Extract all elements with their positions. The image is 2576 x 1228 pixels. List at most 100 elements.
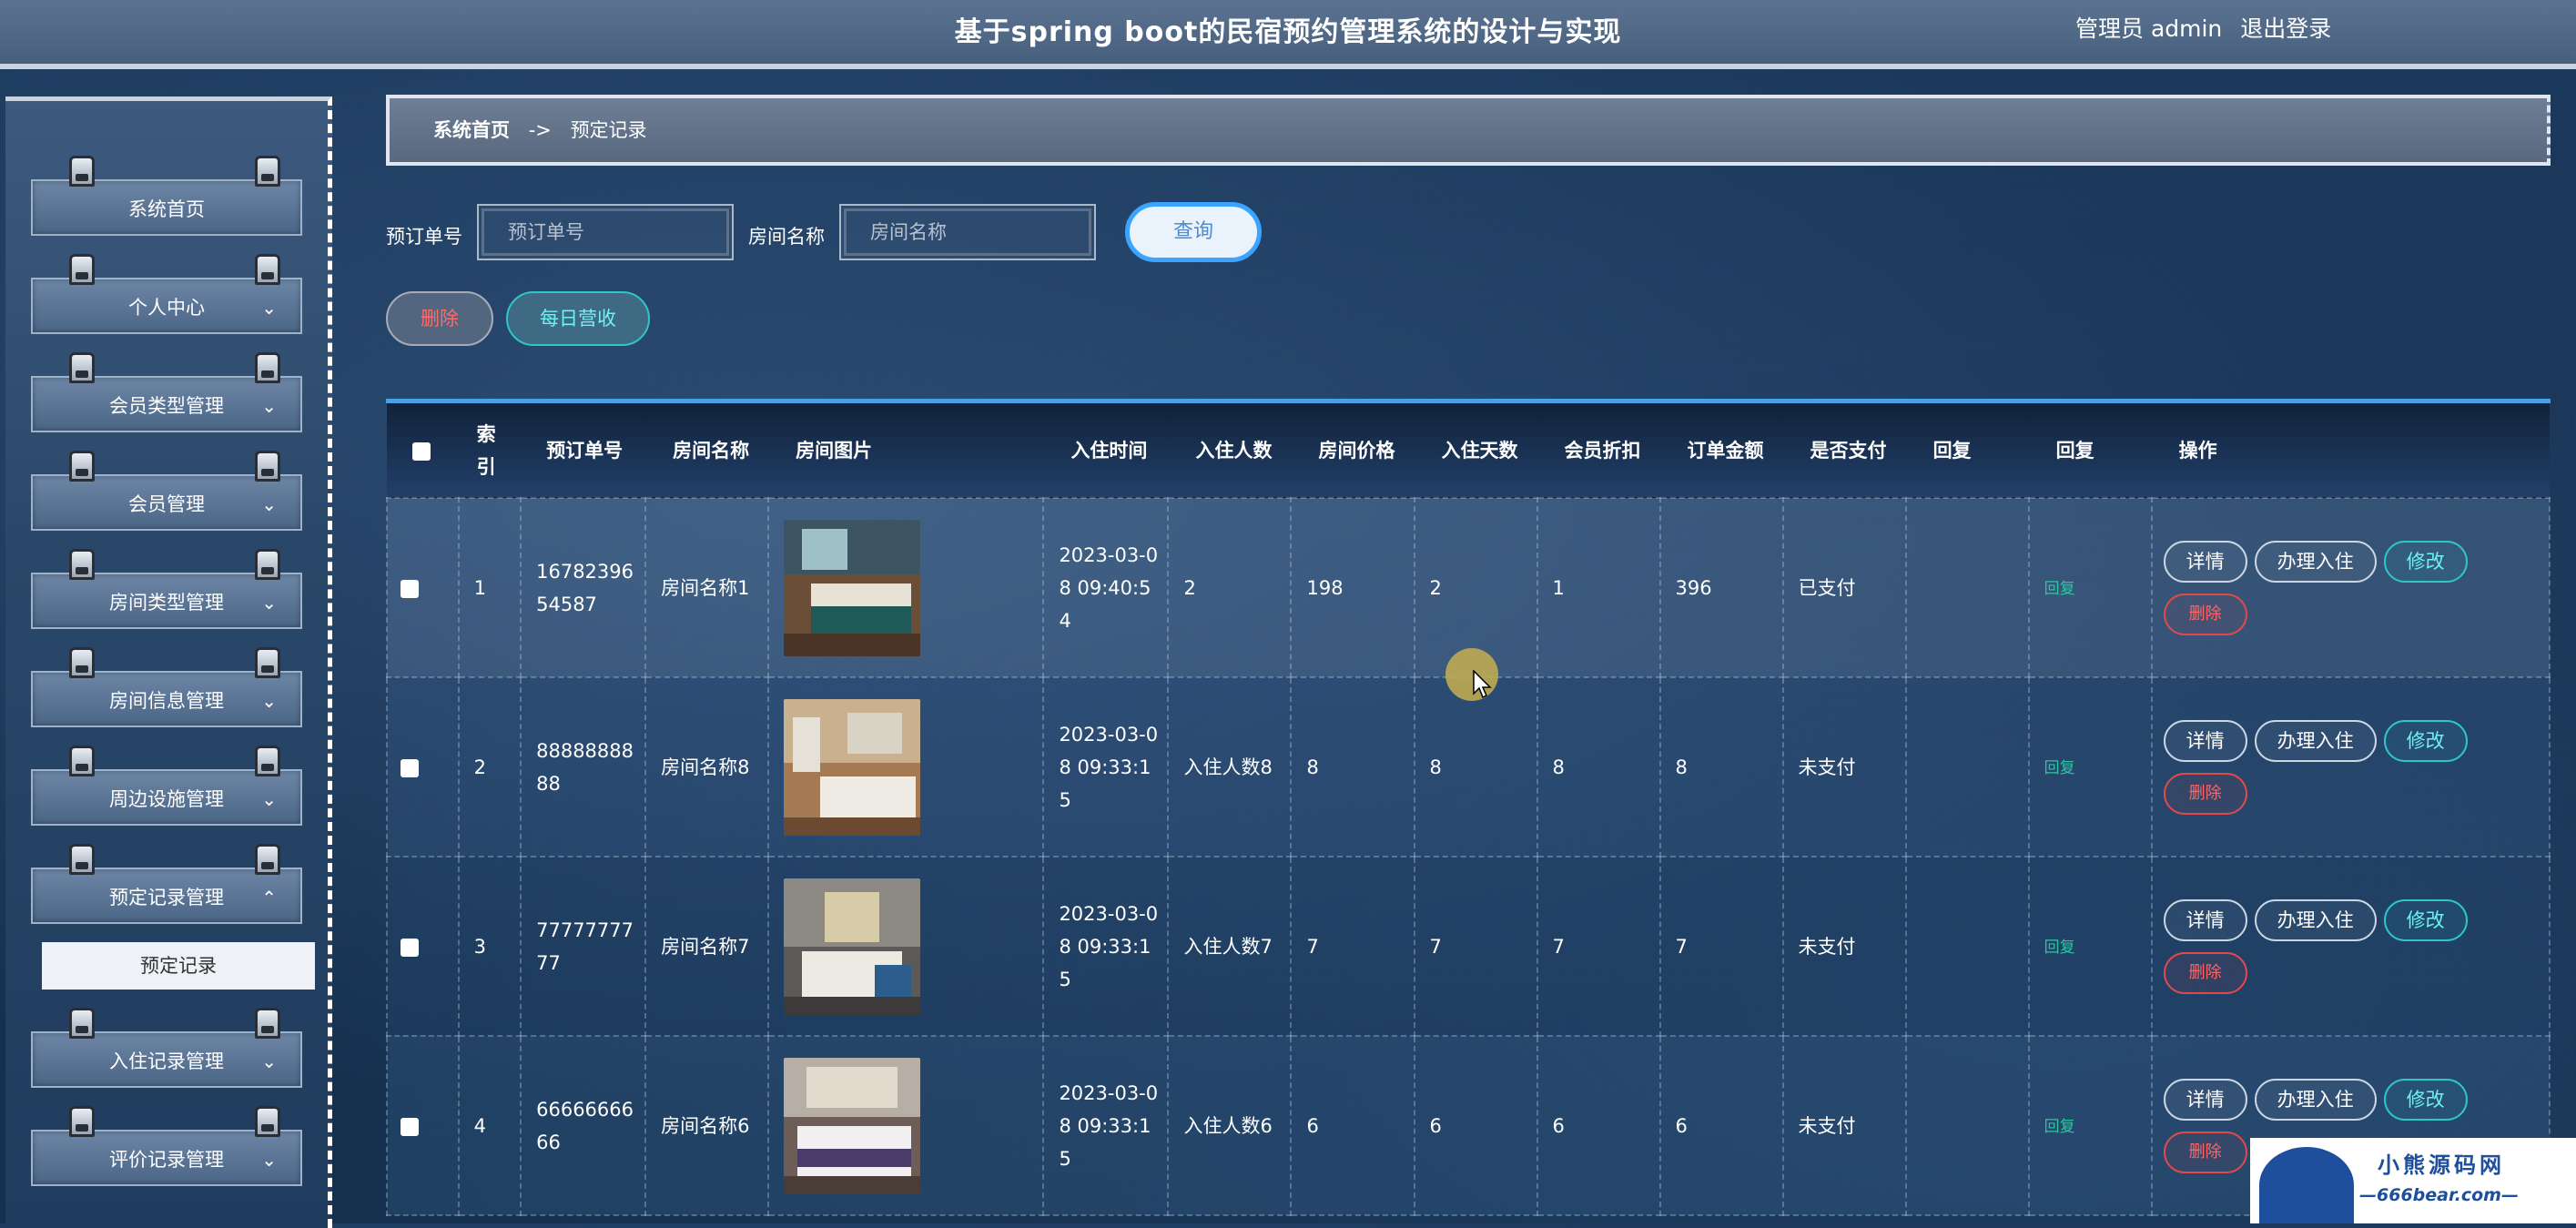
row-checkbox[interactable] [401, 579, 419, 598]
delete-button[interactable]: 删除 [2163, 951, 2247, 994]
reply-link[interactable]: 回复 [2044, 1118, 2075, 1136]
sidebar-item-label: 会员管理 [128, 493, 205, 515]
cell-discount: 7 [1536, 856, 1661, 1037]
col-reply-action: 回复 [2028, 403, 2152, 498]
cell-people: 2 [1167, 497, 1293, 678]
edit-button[interactable]: 修改 [2383, 719, 2468, 762]
detail-button[interactable]: 详情 [2163, 1078, 2247, 1121]
select-all-checkbox[interactable] [412, 441, 431, 461]
batch-delete-button[interactable]: 删除 [386, 291, 493, 346]
sidebar-item-member[interactable]: 会员管理 ⌄ [31, 451, 302, 531]
room-name-input[interactable] [839, 204, 1096, 260]
cell-room-image [767, 856, 1045, 1037]
cell-room-name: 房间名称6 [644, 1035, 770, 1216]
breadcrumb-home[interactable]: 系统首页 [433, 119, 510, 141]
cell-days: 6 [1413, 1035, 1538, 1216]
col-reply: 回复 [1905, 403, 2029, 498]
sidebar-item-room-info[interactable]: 房间信息管理 ⌄ [31, 647, 302, 727]
sidebar-item-checkin[interactable]: 入住记录管理 ⌄ [31, 1008, 302, 1088]
col-operations: 操作 [2151, 403, 2550, 498]
cell-discount: 8 [1536, 676, 1661, 858]
cell-people: 入住人数6 [1167, 1035, 1293, 1216]
binder-clip-icon [69, 451, 95, 482]
cell-order-no: 6666666666 [520, 1035, 647, 1216]
checkin-button[interactable]: 办理入住 [2254, 719, 2377, 762]
table-row: 4 6666666666 房间名称6 2023-03-08 09:33:15 入… [386, 1035, 2551, 1216]
binder-clip-icon [69, 746, 95, 776]
delete-button[interactable]: 删除 [2163, 593, 2247, 635]
cell-paid: 已支付 [1781, 497, 1907, 678]
reply-link[interactable]: 回复 [2044, 759, 2075, 777]
sidebar-item-label: 系统首页 [128, 198, 205, 220]
cell-checkin-time: 2023-03-08 09:33:15 [1042, 856, 1170, 1037]
detail-button[interactable]: 详情 [2163, 719, 2247, 762]
edit-button[interactable]: 修改 [2383, 1078, 2468, 1121]
delete-button[interactable]: 删除 [2163, 772, 2247, 815]
chevron-down-icon: ⌄ [261, 297, 277, 319]
cell-operations: 详情 办理入住 修改 删除 [2150, 856, 2551, 1037]
cell-order-no: 7777777777 [520, 856, 647, 1037]
chevron-down-icon: ⌄ [261, 690, 277, 712]
col-index[interactable]: 索引 [458, 403, 522, 498]
binder-clip-icon [69, 647, 95, 678]
sidebar-item-label: 房间类型管理 [109, 592, 224, 614]
chevron-up-icon: ⌃ [261, 887, 277, 908]
cell-reply [1904, 1035, 2030, 1216]
table-row: 3 7777777777 房间名称7 2023-03-08 09:33:15 入… [386, 856, 2551, 1037]
reservation-table: 索引 预订单号 房间名称 房间图片 入住时间 入住人数 房间价格 入住天数 会员… [386, 399, 2551, 1228]
sidebar-item-reservation[interactable]: 预定记录管理 ⌃ [31, 844, 302, 924]
edit-button[interactable]: 修改 [2383, 540, 2468, 583]
cell-price: 6 [1290, 1035, 1415, 1216]
reply-link[interactable]: 回复 [2044, 939, 2075, 957]
sidebar-item-member-type[interactable]: 会员类型管理 ⌄ [31, 352, 302, 432]
row-checkbox[interactable] [401, 758, 419, 777]
top-header: 基于spring boot的民宿预约管理系统的设计与实现 管理员 admin 退… [0, 0, 2576, 69]
cell-people: 入住人数7 [1167, 856, 1293, 1037]
sidebar-item-facilities[interactable]: 周边设施管理 ⌄ [31, 746, 302, 826]
binder-clip-icon [255, 156, 280, 187]
daily-revenue-button[interactable]: 每日营收 [506, 291, 650, 346]
detail-button[interactable]: 详情 [2163, 540, 2247, 583]
checkin-button[interactable]: 办理入住 [2254, 540, 2377, 583]
cell-discount: 1 [1536, 497, 1661, 678]
breadcrumb-current: 预定记录 [570, 119, 647, 141]
binder-clip-icon [69, 1008, 95, 1039]
cell-index: 1 [457, 497, 522, 678]
cell-reply [1904, 676, 2030, 858]
cell-reply [1904, 497, 2030, 678]
cell-amount: 6 [1658, 1035, 1784, 1216]
cell-room-image [767, 676, 1045, 858]
sidebar-item-review[interactable]: 评价记录管理 ⌄ [31, 1106, 302, 1186]
col-people: 入住人数 [1168, 403, 1292, 498]
delete-button[interactable]: 删除 [2163, 1131, 2247, 1173]
sidebar-item-personal-center[interactable]: 个人中心 ⌄ [31, 254, 302, 334]
cell-paid: 未支付 [1781, 676, 1907, 858]
reply-link[interactable]: 回复 [2044, 580, 2075, 598]
col-paid: 是否支付 [1782, 403, 1906, 498]
query-button[interactable]: 查询 [1125, 202, 1262, 262]
row-checkbox[interactable] [401, 938, 419, 957]
order-no-input[interactable] [477, 204, 734, 260]
logout-link[interactable]: 退出登录 [2240, 15, 2331, 42]
cell-reply-link: 回复 [2027, 497, 2153, 678]
chevron-down-icon: ⌄ [261, 788, 277, 810]
cell-amount: 396 [1658, 497, 1784, 678]
checkin-button[interactable]: 办理入住 [2254, 1078, 2377, 1121]
cell-price: 198 [1290, 497, 1415, 678]
row-checkbox[interactable] [401, 1117, 419, 1136]
sidebar-item-label: 房间信息管理 [109, 690, 224, 712]
detail-button[interactable]: 详情 [2163, 898, 2247, 941]
checkin-button[interactable]: 办理入住 [2254, 898, 2377, 941]
sidebar: 系统首页 个人中心 ⌄ 会员类型管理 ⌄ 会员管理 ⌄ 房间类型管理 ⌄ 房间信… [5, 96, 332, 1228]
sidebar-subitem-reservation-record[interactable]: 预定记录 [42, 942, 315, 990]
chevron-down-icon: ⌄ [261, 592, 277, 614]
sidebar-item-room-type[interactable]: 房间类型管理 ⌄ [31, 549, 302, 629]
sidebar-item-home[interactable]: 系统首页 [31, 156, 302, 236]
cell-index: 2 [457, 676, 522, 858]
edit-button[interactable]: 修改 [2383, 898, 2468, 941]
cell-paid: 未支付 [1781, 856, 1907, 1037]
room-name-label: 房间名称 [748, 226, 825, 248]
binder-clip-icon [69, 352, 95, 383]
room-photo-image [784, 878, 921, 1015]
cell-order-no: 8888888888 [520, 676, 647, 858]
